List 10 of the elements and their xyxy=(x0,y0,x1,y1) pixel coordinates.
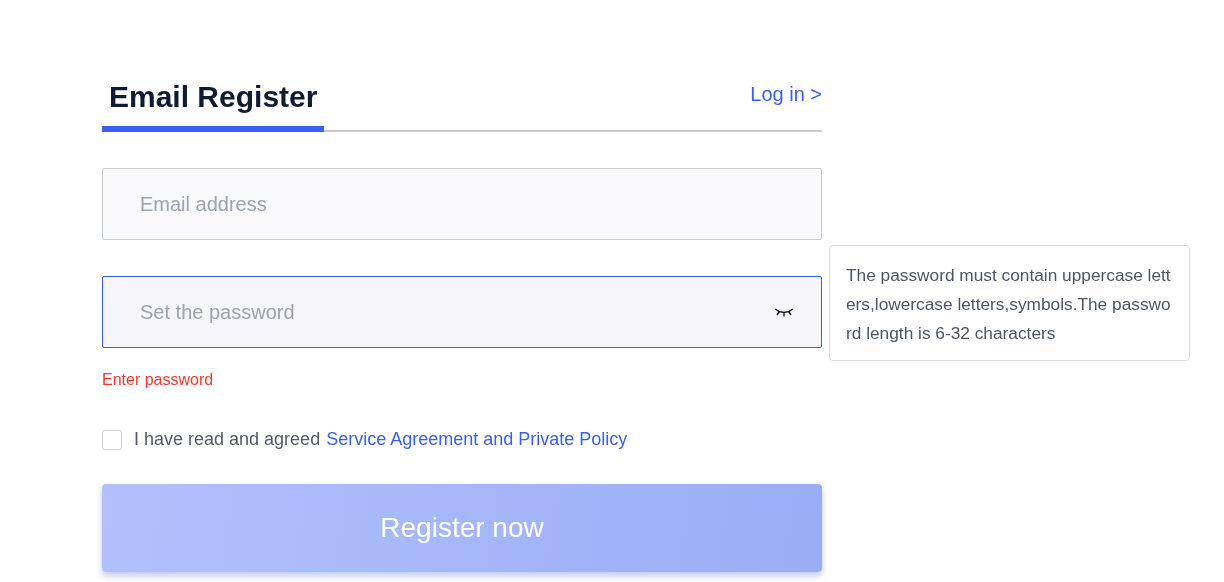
email-field[interactable]: Email address xyxy=(102,168,822,240)
error-message: Enter password xyxy=(102,371,215,389)
agreement-checkbox[interactable] xyxy=(102,429,122,450)
policy-link[interactable]: Service Agreement and Private Policy xyxy=(326,429,628,450)
password-hint-text: The password must contain uppercase letters,lowercase letters,symbols.The password length is 6-32 characters xyxy=(846,264,1172,345)
agreement-text: I have read and agreed xyxy=(134,429,321,450)
form-title: Email Register xyxy=(109,80,318,114)
login-link[interactable]: Log in > xyxy=(750,83,822,106)
closed-eye-icon[interactable] xyxy=(774,307,794,317)
password-field[interactable]: Set the password xyxy=(102,276,822,348)
